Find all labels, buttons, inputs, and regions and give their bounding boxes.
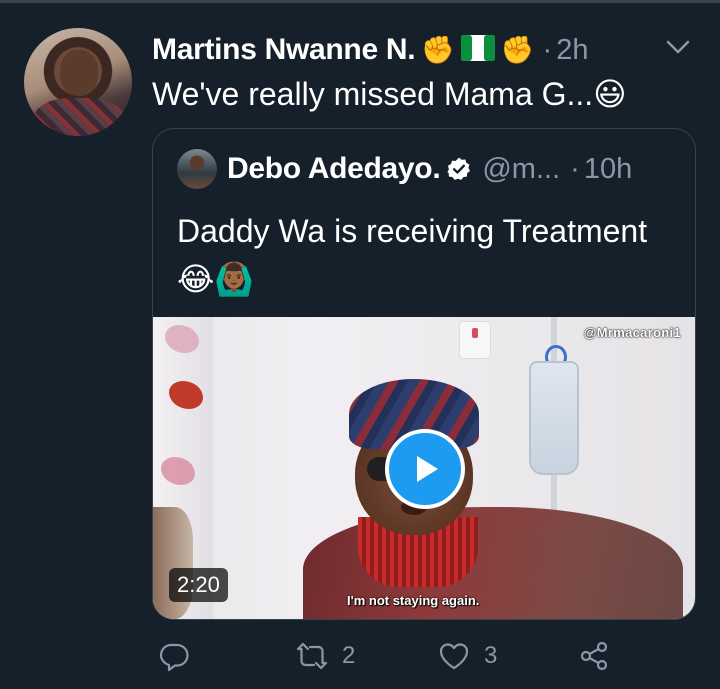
quoted-separator: · xyxy=(570,152,580,185)
quoted-tweet-header: Debo Adedayo. @m... · 10h xyxy=(177,149,632,189)
nigeria-flag-emoji xyxy=(460,34,495,66)
quoted-timestamp: 10h xyxy=(583,152,633,185)
heart-icon xyxy=(439,643,469,670)
video-subtitle: I'm not staying again. xyxy=(347,593,480,608)
reply-button[interactable] xyxy=(158,640,204,672)
tweet-actions: 2 3 xyxy=(0,640,720,680)
tweet-text: We've really missed Mama G...😃 xyxy=(152,76,627,112)
iv-drip-bag xyxy=(529,361,579,475)
retweet-icon xyxy=(296,642,328,670)
tweet-header: Martins Nwanne N. ✊ ✊ · 2h xyxy=(152,30,588,70)
video-player[interactable]: @Mrmacaroni1 I'm not staying again. 2:20 xyxy=(153,317,695,619)
fist-emoji: ✊ xyxy=(500,34,535,65)
video-left-figure xyxy=(153,507,193,619)
like-count: 3 xyxy=(484,642,498,669)
video-duration: 2:20 xyxy=(169,568,228,602)
quoted-author-avatar xyxy=(177,149,217,189)
play-icon xyxy=(417,456,438,482)
top-divider xyxy=(0,0,720,3)
avatar-face xyxy=(60,50,98,96)
retweet-count: 2 xyxy=(342,642,356,669)
reply-icon xyxy=(159,643,189,672)
share-icon xyxy=(580,641,608,671)
quoted-author-handle: @m... xyxy=(482,152,561,185)
avatar-shirt xyxy=(34,98,124,136)
fist-emoji: ✊ xyxy=(421,34,455,65)
quoted-tweet-card[interactable]: Debo Adedayo. @m... · 10h Daddy Wa is re… xyxy=(152,128,696,620)
tweet-separator: · xyxy=(542,33,553,66)
quoted-tweet-text: Daddy Wa is receiving Treatment xyxy=(177,213,648,249)
quoted-tweet-emojis: 😂🙆🏾‍♂️ xyxy=(177,261,255,297)
verified-badge-icon xyxy=(447,157,471,180)
author-display-name[interactable]: Martins Nwanne N. xyxy=(152,33,416,67)
wall-socket xyxy=(459,321,491,359)
share-button[interactable] xyxy=(578,640,610,672)
retweet-button[interactable]: 2 xyxy=(296,640,355,672)
play-button[interactable] xyxy=(385,429,465,509)
video-watermark: @Mrmacaroni1 xyxy=(583,325,681,340)
chevron-down-icon[interactable] xyxy=(664,36,692,58)
quoted-author-display-name: Debo Adedayo. xyxy=(227,152,441,185)
tweet-timestamp[interactable]: 2h xyxy=(556,34,588,67)
nigeria-flag-icon xyxy=(460,34,495,61)
author-avatar[interactable] xyxy=(24,28,132,136)
like-button[interactable]: 3 xyxy=(438,640,497,672)
